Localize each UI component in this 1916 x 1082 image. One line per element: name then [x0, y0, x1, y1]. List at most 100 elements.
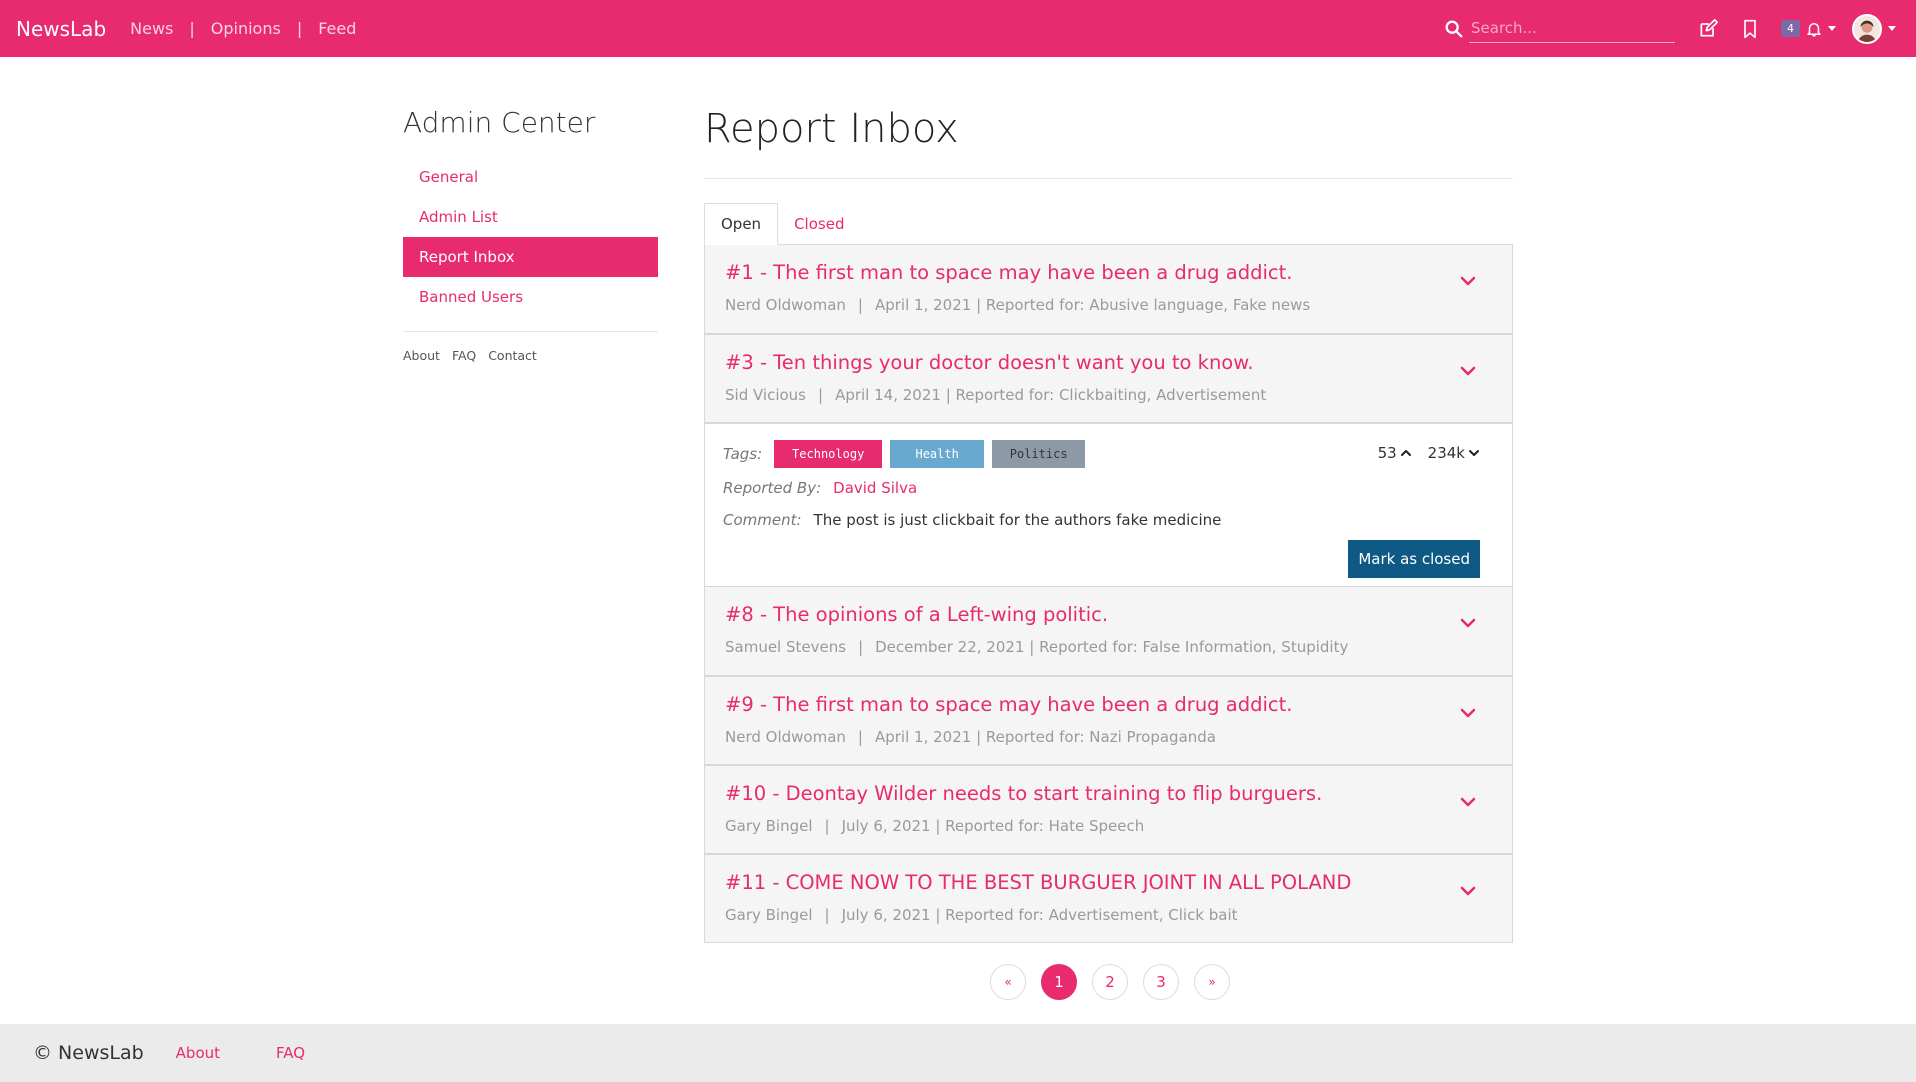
chevron-down-icon[interactable] — [1460, 794, 1476, 810]
report-meta: Gary Bingel | July 6, 2021 | Reported for:… — [725, 906, 1492, 924]
meta-separator: | — [824, 817, 830, 835]
report-meta: Samuel Stevens | December 22, 2021 | Repor… — [725, 638, 1492, 656]
mark-as-closed-button[interactable]: Mark as closed — [1348, 540, 1480, 578]
report-title[interactable]: #9 - The first man to space may have bee… — [725, 693, 1492, 716]
downvote-count[interactable]: 234k — [1428, 444, 1480, 462]
report-date: April 1, 2021 — [874, 728, 972, 746]
nav-link-feed[interactable]: Feed — [318, 19, 356, 38]
pagination: « 1 2 3 » — [990, 964, 1230, 1000]
page-title: Report Inbox — [704, 106, 959, 152]
nav-link-news[interactable]: News — [130, 19, 173, 38]
tag-badge[interactable]: Health — [890, 440, 985, 468]
report-title[interactable]: #1 - The first man to space may have bee… — [725, 261, 1492, 284]
sidebar-footer-about-link[interactable]: About — [403, 348, 440, 363]
report-date: December 22, 2021 — [875, 638, 1025, 656]
upvote-count[interactable]: 53 — [1378, 444, 1412, 462]
sidebar-item-admin-list[interactable]: Admin List — [403, 197, 658, 237]
report-author: Gary Bingel — [725, 906, 813, 924]
reported-by-label: Reported By: — [723, 479, 822, 497]
report-item[interactable]: #8 - The opinions of a Left-wing politic… — [704, 587, 1513, 676]
brand-logo[interactable]: NewsLab — [16, 17, 106, 41]
pagination-next-button[interactable]: » — [1194, 964, 1230, 1000]
meta-separator: | — [857, 296, 863, 314]
tag-badge[interactable]: Politics — [992, 440, 1086, 468]
reported-by-user-link[interactable]: David Silva — [833, 479, 917, 497]
sidebar-item-banned-users[interactable]: Banned Users — [403, 277, 658, 317]
footer-faq-link[interactable]: FAQ — [276, 1044, 305, 1062]
footer-about-link[interactable]: About — [176, 1044, 220, 1062]
top-navbar: NewsLab News | Opinions | Feed 4 — [0, 0, 1916, 57]
report-date: July 6, 2021 — [841, 817, 931, 835]
report-author: Gary Bingel — [725, 817, 813, 835]
chevron-down-icon[interactable] — [1460, 615, 1476, 631]
nav-separator: | — [296, 19, 303, 38]
sidebar-footer-faq-link[interactable]: FAQ — [452, 348, 476, 363]
chevron-down-icon[interactable] — [1460, 705, 1476, 721]
report-item[interactable]: #11 - COME NOW TO THE BEST BURGUER JOINT… — [704, 854, 1513, 943]
reported-by-row: Reported By: David Silva — [723, 476, 1494, 500]
nav-separator: | — [189, 19, 195, 38]
user-menu-caret-icon[interactable] — [1888, 26, 1896, 31]
report-meta: Sid Vicious | April 14, 2021 | Reported fo… — [725, 386, 1492, 404]
tags-label: Tags: — [723, 445, 763, 463]
report-item[interactable]: #1 - The first man to space may have bee… — [704, 245, 1513, 334]
report-reasons: | Reported for: Clickbaiting, Advertisem… — [945, 386, 1267, 404]
report-title[interactable]: #8 - The opinions of a Left-wing politic… — [725, 603, 1492, 626]
comment-text: The post is just clickbait for the autho… — [813, 511, 1222, 529]
chevron-up-icon — [1400, 450, 1411, 456]
pagination-page-button[interactable]: 3 — [1143, 964, 1179, 1000]
report-meta: Nerd Oldwoman | April 1, 2021 | Reported f… — [725, 728, 1492, 746]
admin-sidebar: Admin Center General Admin List Report I… — [403, 106, 658, 363]
report-title[interactable]: #10 - Deontay Wilder needs to start trai… — [725, 782, 1492, 805]
edit-icon[interactable] — [1696, 17, 1720, 41]
sidebar-divider — [403, 331, 658, 332]
footer-brand: © NewsLab — [33, 1042, 144, 1064]
comment-row: Comment: The post is just clickbait for … — [723, 508, 1494, 532]
notifications-dropdown-caret-icon[interactable] — [1828, 26, 1836, 31]
avatar[interactable] — [1852, 13, 1882, 44]
bookmark-icon[interactable] — [1738, 17, 1762, 41]
chevron-down-icon — [1469, 450, 1479, 456]
chevron-down-icon[interactable] — [1460, 363, 1476, 379]
report-date: July 6, 2021 — [841, 906, 931, 924]
search-input[interactable] — [1469, 14, 1675, 43]
report-meta: Gary Bingel | July 6, 2021 | Reported for:… — [725, 817, 1492, 835]
sidebar-item-report-inbox[interactable]: Report Inbox — [403, 237, 658, 277]
chevron-down-icon[interactable] — [1460, 273, 1476, 289]
vote-counts: 53 234k — [1362, 444, 1480, 462]
report-title[interactable]: #3 - Ten things your doctor doesn't want… — [725, 351, 1492, 374]
tab-closed[interactable]: Closed — [778, 203, 860, 244]
report-author: Nerd Oldwoman — [725, 296, 846, 314]
site-footer: © NewsLab About FAQ — [0, 1024, 1916, 1082]
nav-link-opinions[interactable]: Opinions — [211, 19, 281, 38]
report-tabs: Open Closed — [704, 203, 1513, 245]
tag-badge[interactable]: Technology — [774, 440, 883, 468]
bell-icon[interactable] — [1804, 17, 1824, 41]
search-icon[interactable] — [1443, 18, 1465, 40]
report-author: Nerd Oldwoman — [725, 728, 846, 746]
report-reasons: | Reported for: Advertisement, Click bai… — [935, 906, 1238, 924]
notification-count-badge[interactable]: 4 — [1781, 20, 1800, 37]
pagination-page-button[interactable]: 2 — [1092, 964, 1128, 1000]
pagination-page-button[interactable]: 1 — [1041, 964, 1077, 1000]
downvote-value: 234k — [1427, 444, 1465, 462]
report-item[interactable]: #9 - The first man to space may have bee… — [704, 676, 1513, 765]
comment-label: Comment: — [723, 511, 802, 529]
meta-separator: | — [824, 906, 830, 924]
chevron-down-icon[interactable] — [1460, 883, 1476, 899]
report-reasons: | Reported for: Hate Speech — [935, 817, 1145, 835]
tab-open[interactable]: Open — [704, 203, 779, 245]
report-reasons: | Reported for: Abusive language, Fake n… — [976, 296, 1311, 314]
report-detail-panel: Tags: Technology Health Politics 53 234k… — [704, 423, 1513, 587]
sidebar-footer-contact-link[interactable]: Contact — [488, 348, 537, 363]
report-item[interactable]: #10 - Deontay Wilder needs to start trai… — [704, 765, 1513, 854]
upvote-value: 53 — [1377, 444, 1397, 462]
report-title[interactable]: #11 - COME NOW TO THE BEST BURGUER JOINT… — [725, 871, 1492, 894]
search-box — [1443, 14, 1675, 43]
pagination-prev-button[interactable]: « — [990, 964, 1026, 1000]
sidebar-footer-links: About FAQ Contact — [403, 348, 658, 363]
report-date: April 1, 2021 — [874, 296, 972, 314]
report-item[interactable]: #3 - Ten things your doctor doesn't want… — [704, 334, 1513, 423]
main-content: Report Inbox Open Closed #1 - The first … — [704, 106, 1513, 943]
sidebar-item-general[interactable]: General — [403, 157, 658, 197]
